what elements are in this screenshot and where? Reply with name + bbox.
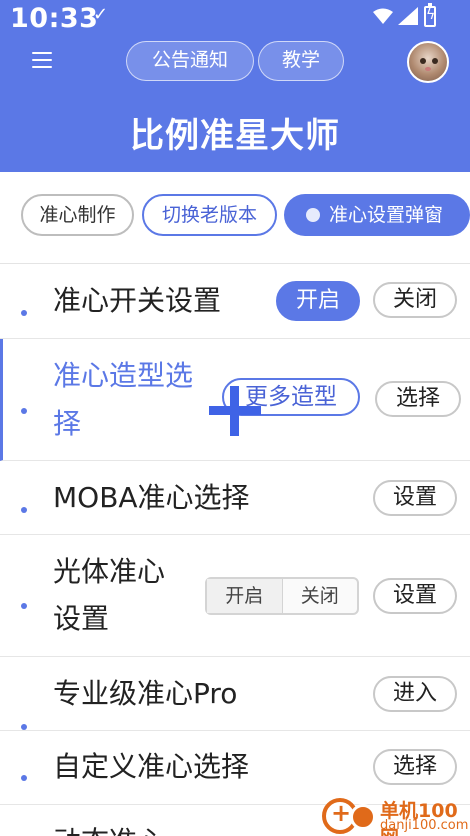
light-settings-button[interactable]: 设置 (373, 578, 457, 614)
tab-notice[interactable]: 公告通知 (126, 41, 254, 81)
bullet-icon (21, 408, 27, 414)
row-label: MOBA准心选择 (53, 481, 250, 514)
site-watermark: 单机100网 danji100.com (322, 796, 470, 836)
switch-old-version-button[interactable]: 切换老版本 (142, 194, 277, 236)
list-item-moba: MOBA准心选择 设置 (0, 461, 470, 535)
list-item-pro: 专业级准心Pro 进入 (0, 657, 470, 731)
enter-pro-button[interactable]: 进入 (373, 676, 457, 712)
row-label: 专业级准心Pro (53, 677, 238, 710)
bullet-icon (21, 310, 27, 316)
watermark-url: danji100.com (380, 818, 469, 833)
toggle-dot-icon (306, 208, 320, 222)
row-label-line2: 设置 (53, 602, 110, 635)
row-label-line1: 准心造型选 (53, 359, 194, 392)
enable-button[interactable]: 开启 (276, 281, 360, 321)
bullet-icon (21, 507, 27, 513)
watermark-dot-icon (350, 804, 376, 830)
list-item-custom: 自定义准心选择 选择 (0, 731, 470, 805)
download-check-icon: ✓ (93, 4, 109, 25)
crosshair-make-button[interactable]: 准心制作 (21, 194, 134, 236)
menu-icon[interactable] (32, 52, 52, 68)
row-label: 准心开关设置 (53, 284, 222, 317)
light-toggle-segment: 开启 关闭 (205, 577, 359, 615)
select-custom-button[interactable]: 选择 (373, 749, 457, 785)
tab-teaching[interactable]: 教学 (258, 41, 344, 81)
bullet-icon (21, 775, 27, 781)
status-bar: 10:33 ✓ (0, 0, 470, 34)
row-label: 动态准心 (53, 819, 165, 836)
app-header: 10:33 ✓ 公告通知 教学 比例准星大师 (0, 0, 470, 172)
bullet-icon (21, 603, 27, 609)
light-off-option[interactable]: 关闭 (281, 579, 358, 613)
app-title: 比例准星大师 (130, 116, 340, 156)
popup-toggle-label: 准心设置弹窗 (328, 204, 443, 226)
status-time: 10:33 (10, 3, 99, 34)
disable-button[interactable]: 关闭 (373, 282, 457, 318)
action-bar: 准心制作 切换老版本 准心设置弹窗 (0, 172, 470, 264)
battery-icon (424, 3, 436, 27)
light-on-option[interactable]: 开启 (207, 579, 282, 613)
signal-icon (398, 7, 418, 25)
moba-settings-button[interactable]: 设置 (373, 480, 457, 516)
bullet-icon (21, 724, 27, 730)
row-label-line1: 光体准心 (53, 555, 166, 588)
avatar[interactable] (407, 41, 449, 83)
list-item-crosshair-switch: 准心开关设置 开启 关闭 (0, 265, 470, 339)
select-shape-button[interactable]: 选择 (375, 381, 461, 417)
crosshair-plus-icon (209, 386, 261, 436)
row-label: 自定义准心选择 (53, 750, 250, 783)
row-label-line2: 择 (53, 407, 82, 440)
wifi-icon (373, 8, 393, 24)
crosshair-popup-toggle[interactable]: 准心设置弹窗 (284, 194, 470, 236)
